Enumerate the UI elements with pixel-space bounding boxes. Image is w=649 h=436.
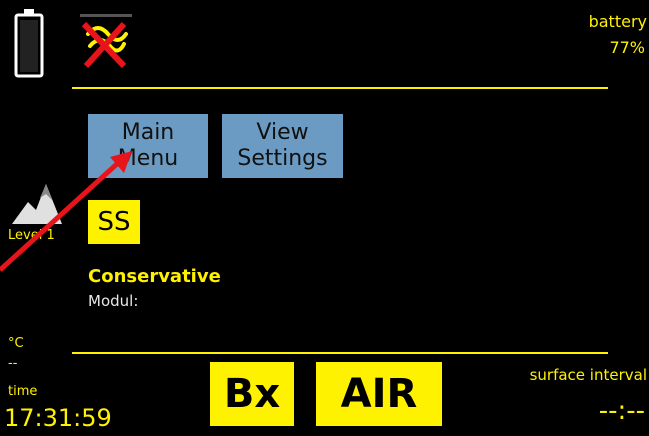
modul-label: Modul: <box>88 292 139 310</box>
surface-interval-label: surface interval <box>529 366 647 384</box>
time-value: 17:31:59 <box>4 404 112 432</box>
battery-label: battery <box>588 12 647 31</box>
view-settings-label-line2: Settings <box>237 146 328 171</box>
temperature-value: -- <box>8 356 18 371</box>
bx-badge: Bx <box>210 362 294 426</box>
air-badge: AIR <box>316 362 442 426</box>
view-settings-label-line1: View <box>256 120 309 145</box>
battery-percentage: 77% <box>609 38 645 57</box>
temperature-unit: °C <box>8 336 24 351</box>
view-settings-button[interactable]: View Settings <box>222 114 343 178</box>
red-arrow <box>0 145 140 275</box>
time-label: time <box>8 384 38 399</box>
no-signal-icon <box>78 14 134 69</box>
battery-empty-icon <box>14 8 44 78</box>
main-menu-label-line1: Main <box>121 120 175 145</box>
surface-interval-value: --:-- <box>598 396 645 426</box>
bottom-divider <box>72 352 608 354</box>
top-divider <box>72 87 608 89</box>
